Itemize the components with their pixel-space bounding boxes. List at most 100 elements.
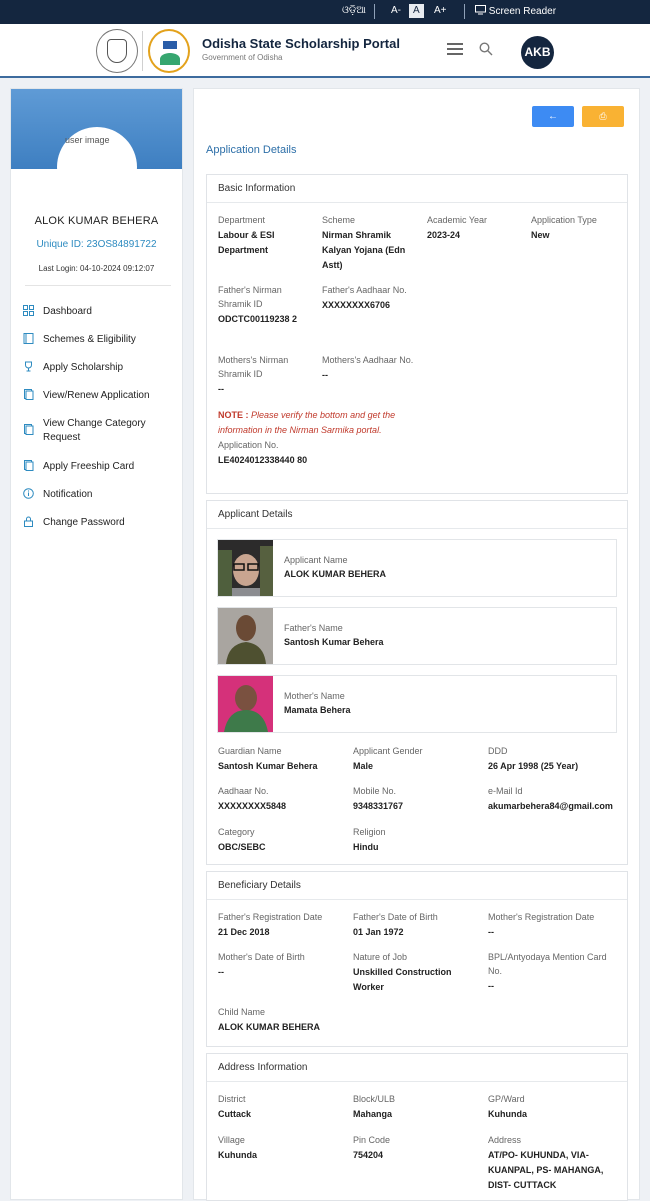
user-avatar[interactable]: AKB	[521, 36, 554, 69]
user-unique-id: Unique ID: 23OS84891722	[36, 239, 157, 250]
page-title: Application Details	[206, 144, 297, 156]
applicant-photo-row: Applicant Name ALOK KUMAR BEHERA	[217, 539, 617, 597]
field-value: XXXXXXXX6706	[322, 300, 391, 310]
field-value: OBC/SEBC	[218, 842, 266, 852]
card-title: Basic Information	[218, 183, 296, 194]
mother-registration-date-field: Mother's Registration Date --	[488, 910, 626, 940]
site-header: Odisha State Scholarship Portal Governme…	[0, 24, 650, 78]
aadhaar-field: Aadhaar No. XXXXXXXX5848	[218, 784, 348, 814]
field-label: DDD	[488, 746, 508, 756]
mother-photo-row: Mother's Name Mamata Behera	[217, 675, 617, 733]
divider	[25, 285, 171, 286]
field-label: Mothers's Aadhaar No.	[322, 355, 414, 365]
field-label: Father's Date of Birth	[353, 912, 438, 922]
field-label: Father's Name	[284, 623, 343, 633]
village-field: Village Kuhunda	[218, 1133, 348, 1163]
portal-subtitle: Government of Odisha	[202, 53, 283, 62]
top-utility-bar: ଓଡ଼ିଆ A- A A+ Screen Reader	[0, 0, 650, 24]
email-field: e-Mail Id akumarbehera84@gmail.com	[488, 784, 626, 814]
field-value: 2023-24	[427, 230, 461, 240]
mother-nirman-id-field: Mothers's Nirman Shramik ID --	[218, 353, 310, 397]
field-label: Mother's Name	[284, 691, 345, 701]
field-value: Kuhunda	[218, 1150, 257, 1160]
field-value: Nirman Shramik Kalyan Yojana (Edn Astt)	[322, 230, 406, 270]
field-value: 9348331767	[353, 801, 404, 811]
font-increase-button[interactable]: A+	[434, 5, 447, 16]
address-field: Address AT/PO- KUHUNDA, VIA- KUANPAL, PS…	[488, 1133, 618, 1193]
pin-code-field: Pin Code 754204	[353, 1133, 483, 1163]
user-name: ALOK KUMAR BEHERA	[34, 215, 159, 227]
field-label: Application No.	[218, 440, 279, 450]
field-label: Village	[218, 1135, 245, 1145]
back-button[interactable]: ←	[532, 106, 574, 127]
field-value: ALOK KUMAR BEHERA	[218, 1022, 320, 1032]
father-registration-date-field: Father's Registration Date 21 Dec 2018	[218, 910, 348, 940]
field-label: Applicant Name	[284, 555, 348, 565]
search-icon[interactable]	[479, 42, 493, 56]
field-label: Block/ULB	[353, 1094, 396, 1104]
field-label: Mobile No.	[353, 786, 397, 796]
field-value: AT/PO- KUHUNDA, VIA- KUANPAL, PS- MAHANG…	[488, 1150, 604, 1190]
odisha-emblem-logo	[96, 29, 138, 73]
dob-field: DDD 26 Apr 1998 (25 Year)	[488, 744, 626, 774]
print-button[interactable]: ⎙	[582, 106, 624, 127]
scheme-field: Scheme Nirman Shramik Kalyan Yojana (Edn…	[322, 213, 414, 273]
basic-information-card: Basic Information Department Labour & ES…	[206, 174, 628, 494]
field-value: Kuhunda	[488, 1109, 527, 1119]
field-label: Academic Year	[427, 215, 488, 225]
field-value: Unskilled Construction Worker	[353, 967, 452, 992]
department-field: Department Labour & ESI Department	[218, 213, 308, 258]
nature-of-job-field: Nature of Job Unskilled Construction Wor…	[353, 950, 483, 995]
divider	[142, 31, 143, 71]
language-toggle[interactable]: ଓଡ଼ିଆ	[342, 5, 366, 16]
sidebar-item-label: View/Renew Application	[43, 390, 150, 401]
father-photo	[218, 608, 273, 664]
field-label: Father's Nirman Shramik ID	[218, 285, 282, 309]
field-value: LE4024012338440 80	[218, 455, 308, 465]
sidebar-item-label: Schemes & Eligibility	[43, 334, 136, 345]
field-label: Religion	[353, 827, 386, 837]
hamburger-menu-icon[interactable]	[447, 43, 463, 55]
field-value: Mahanga	[353, 1109, 393, 1119]
card-icon	[24, 460, 34, 471]
field-value: Santosh Kumar Behera	[284, 637, 384, 647]
field-value: Mamata Behera	[284, 705, 351, 715]
field-value: Santosh Kumar Behera	[218, 761, 318, 771]
father-nirman-id-field: Father's Nirman Shramik ID ODCTC00119238…	[218, 283, 310, 327]
lock-icon	[24, 516, 33, 527]
address-information-card: Address Information District Cuttack Blo…	[206, 1053, 628, 1201]
card-header: Beneficiary Details	[207, 872, 627, 900]
mobile-field: Mobile No. 9348331767	[353, 784, 483, 814]
screen-reader-link[interactable]: Screen Reader	[475, 5, 556, 17]
divider	[374, 4, 375, 19]
field-label: District	[218, 1094, 246, 1104]
mother-dob-field: Mother's Date of Birth --	[218, 950, 348, 980]
document-icon	[24, 389, 34, 400]
font-decrease-button[interactable]: A-	[391, 5, 401, 16]
portal-title: Odisha State Scholarship Portal	[202, 36, 400, 51]
block-field: Block/ULB Mahanga	[353, 1092, 483, 1122]
bpl-card-field: BPL/Antyodaya Mention Card No. --	[488, 950, 618, 994]
card-title: Beneficiary Details	[218, 880, 301, 891]
academic-year-field: Academic Year 2023-24	[427, 213, 522, 243]
sidebar-item-label: View Change Category Request	[43, 418, 146, 443]
note-prefix: NOTE :	[218, 410, 249, 420]
gender-field: Applicant Gender Male	[353, 744, 483, 774]
field-label: Department	[218, 215, 266, 225]
sidebar-item-label: Notification	[43, 489, 93, 500]
sidebar-item-label: Change Password	[43, 517, 125, 528]
application-no-field: Application No. LE4024012338440 80	[218, 438, 310, 468]
child-name-field: Child Name ALOK KUMAR BEHERA	[218, 1005, 418, 1035]
font-normal-button[interactable]: A	[409, 4, 424, 18]
field-value: --	[322, 370, 328, 380]
field-value: ODCTC00119238 2	[218, 314, 298, 324]
trophy-icon	[25, 361, 32, 372]
field-label: Father's Registration Date	[218, 912, 323, 922]
field-value: Hindu	[353, 842, 379, 852]
divider	[464, 4, 465, 19]
religion-field: Religion Hindu	[353, 825, 483, 855]
field-label: Applicant Gender	[353, 746, 423, 756]
field-value: 26 Apr 1998 (25 Year)	[488, 761, 579, 771]
card-title: Address Information	[218, 1062, 308, 1073]
field-label: Mother's Date of Birth	[218, 952, 305, 962]
